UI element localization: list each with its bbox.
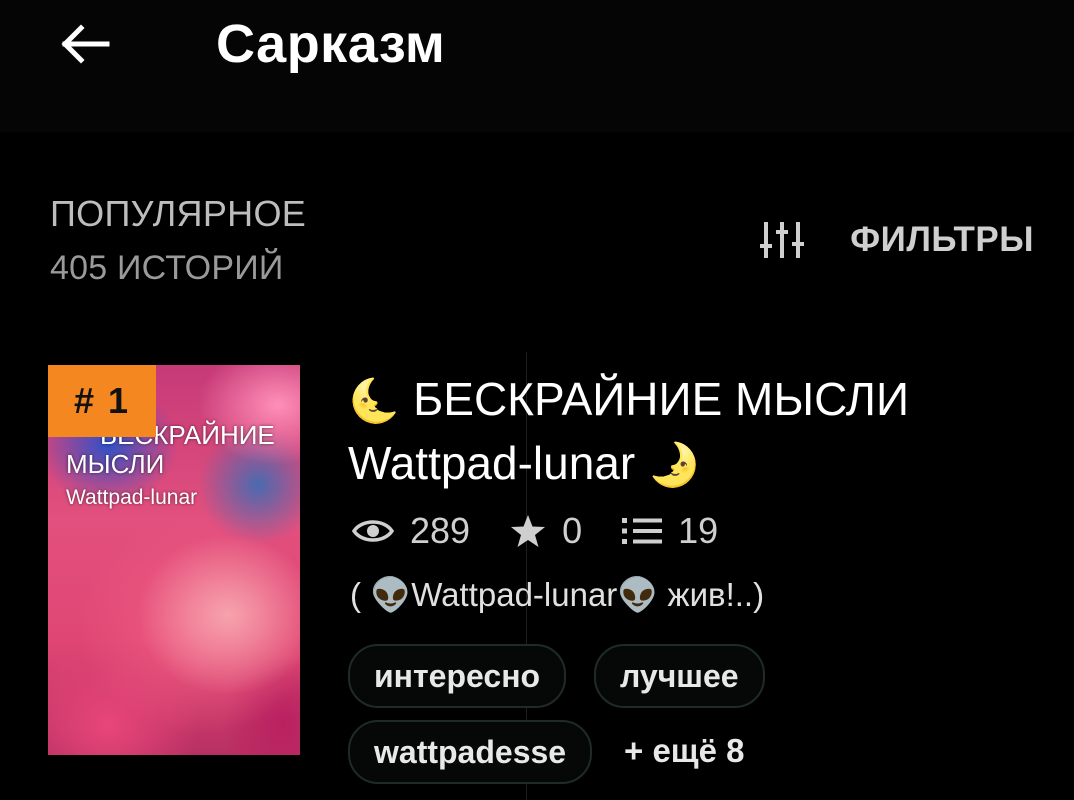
star-icon <box>511 515 546 547</box>
moon-left-emoji: 🌜 <box>348 376 401 425</box>
filters-button[interactable]: ФИЛЬТРЫ <box>760 214 1034 266</box>
tag-chip[interactable]: wattpadesse <box>348 720 593 784</box>
reads-count: 289 <box>410 510 471 551</box>
tag-chip[interactable]: интересно <box>348 644 567 708</box>
story-title[interactable]: 🌜 БЕСКРАЙНИЕ МЫСЛИ Wattpad-lunar 🌛 <box>348 368 1038 496</box>
story-stats: 289 0 19 <box>352 506 758 556</box>
list-icon <box>622 518 663 544</box>
story-title-line-2: Wattpad-lunar <box>348 437 648 489</box>
votes-stat: 0 <box>510 510 582 552</box>
top-app-bar: Сарказм <box>0 0 1074 132</box>
more-tags-link[interactable]: + ещё 8 <box>624 732 745 770</box>
filters-label: ФИЛЬТРЫ <box>850 220 1034 259</box>
reads-stat: 289 <box>352 510 470 552</box>
tag-chip[interactable]: лучшее <box>594 644 765 708</box>
votes-count: 0 <box>562 510 583 551</box>
sliders-icon <box>760 222 805 258</box>
back-button[interactable] <box>50 14 120 74</box>
cover-line-3: Wattpad-lunar <box>66 486 198 509</box>
rank-badge: # 1 <box>48 365 156 437</box>
section-name: ПОПУЛЯРНОЕ <box>50 193 307 234</box>
story-description: ( 👽Wattpad-lunar👽 жив!..) <box>350 576 765 613</box>
parts-stat: 19 <box>622 510 718 552</box>
parts-count: 19 <box>678 510 719 551</box>
page-title: Сарказм <box>216 14 446 74</box>
story-title-line-1: БЕСКРАЙНИЕ МЫСЛИ <box>400 373 910 425</box>
moon-right-emoji: 🌛 <box>648 440 701 489</box>
arrow-left-icon <box>61 24 110 64</box>
cover-line-2: МЫСЛИ <box>66 449 165 479</box>
story-count: 405 ИСТОРИЙ <box>50 249 284 287</box>
eye-icon <box>352 520 394 542</box>
